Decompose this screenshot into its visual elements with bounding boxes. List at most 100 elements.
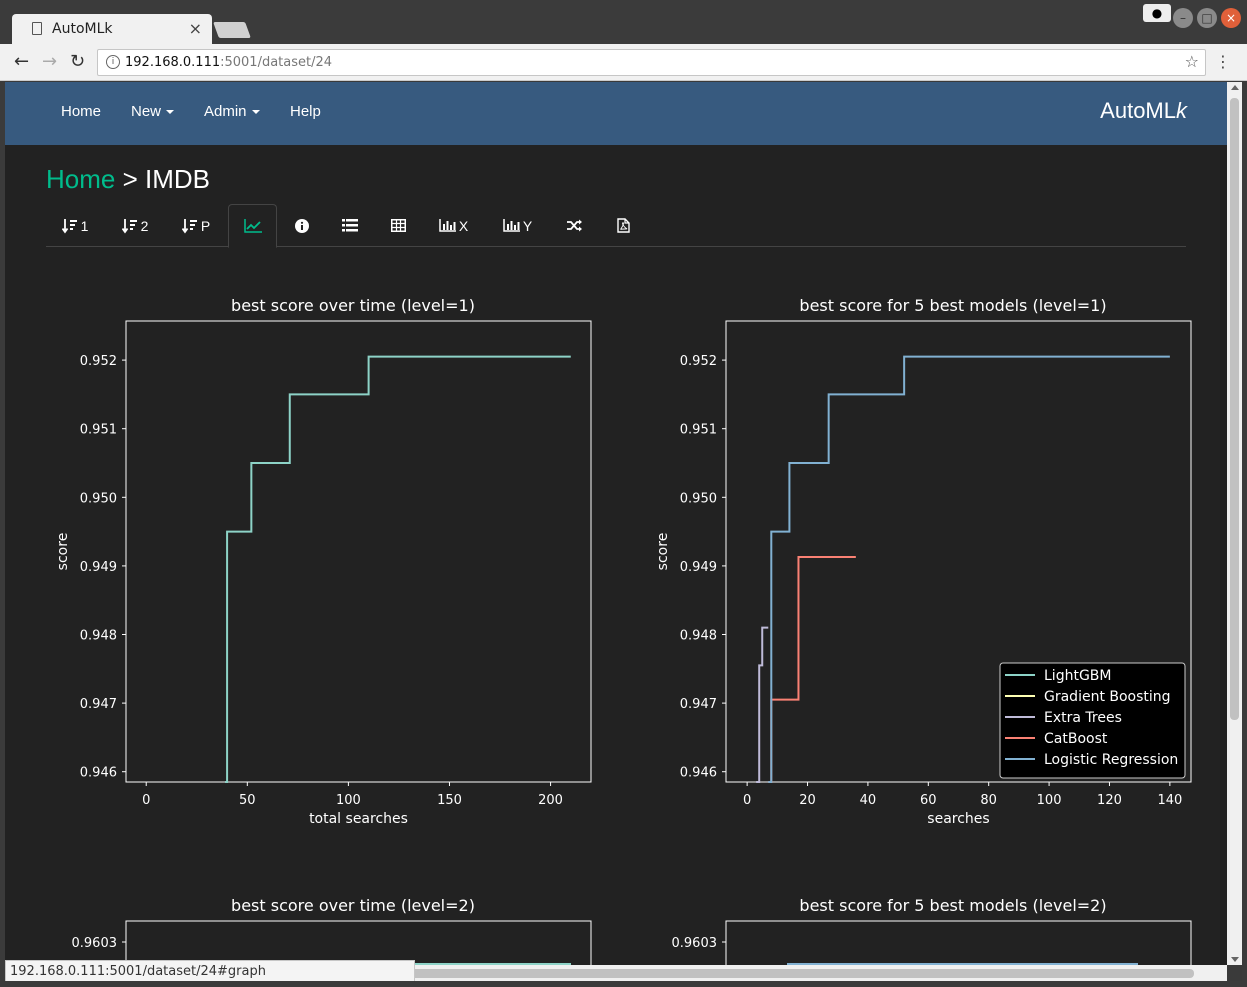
- y-tick-label: 0.9603: [72, 936, 118, 951]
- y-tick-label: 0.950: [80, 491, 117, 506]
- brand-logo[interactable]: AutoMLk: [1100, 98, 1187, 124]
- tab-sort-level-1[interactable]: 1: [46, 204, 104, 247]
- document-icon: [32, 22, 42, 35]
- tab-random[interactable]: [552, 204, 598, 247]
- sort-icon: [121, 218, 137, 234]
- nav-new[interactable]: New: [131, 103, 175, 120]
- y-tick-label: 0.947: [80, 697, 117, 712]
- legend-label: Extra Trees: [1044, 710, 1122, 726]
- y-tick-label: 0.946: [80, 766, 117, 781]
- x-tick-label: 0: [142, 793, 150, 808]
- score-best-models-chart-level-2: 0.9603: [672, 920, 1192, 965]
- y-tick-label: 0.948: [680, 629, 717, 644]
- browser-toolbar: ← → ↻ i 192.168.0.111:5001/dataset/24 ☆ …: [0, 44, 1247, 81]
- breadcrumb-home[interactable]: Home: [46, 164, 115, 194]
- x-tick-label: 100: [336, 793, 361, 808]
- y-tick-label: 0.949: [680, 560, 717, 575]
- plot-frame: [125, 320, 592, 783]
- maximize-button[interactable]: □: [1197, 8, 1217, 28]
- scroll-down-icon[interactable]: [1231, 957, 1239, 962]
- vertical-scroll-thumb[interactable]: [1230, 98, 1239, 720]
- line-chart-icon: [243, 219, 262, 233]
- series-line: [768, 555, 856, 783]
- tab-sort-level-2[interactable]: 2: [106, 204, 164, 247]
- y-tick-label: 0.9603: [672, 936, 718, 951]
- y-tick-label: 0.947: [680, 697, 717, 712]
- score-over-time-chart-level-2: 0.9603: [72, 920, 592, 965]
- info-icon[interactable]: i: [106, 55, 120, 69]
- y-axis-label: score: [55, 533, 71, 571]
- y-tick-label: 0.948: [80, 629, 117, 644]
- nav-help[interactable]: Help: [290, 103, 321, 120]
- bar-chart-icon: [439, 219, 456, 232]
- info-icon: [295, 218, 309, 233]
- x-tick-label: 80: [980, 793, 997, 808]
- y-axis-label: score: [655, 533, 671, 571]
- series-line: [225, 355, 571, 783]
- y-tick-label: 0.951: [680, 423, 717, 438]
- menu-icon[interactable]: ⋮: [1215, 52, 1231, 71]
- tab-importance-y[interactable]: Y: [490, 204, 545, 247]
- x-axis-label: searches: [927, 811, 989, 827]
- tab-list[interactable]: [327, 204, 373, 247]
- profile-icon[interactable]: ●: [1143, 4, 1171, 22]
- x-tick-label: 60: [920, 793, 937, 808]
- reload-icon[interactable]: ↻: [70, 51, 85, 72]
- browser-titlebar: AutoMLk × ● – □ ×: [0, 0, 1247, 44]
- tab-sort-pareto[interactable]: P: [167, 204, 225, 247]
- bar-chart-icon: [503, 219, 520, 232]
- sort-icon: [181, 218, 197, 234]
- legend-label: Logistic Regression: [1044, 752, 1178, 768]
- page-content: Home New Admin Help AutoMLk Home > IMDB …: [5, 82, 1227, 965]
- tab-table[interactable]: [375, 204, 421, 247]
- minimize-button[interactable]: –: [1173, 8, 1193, 28]
- x-tick-label: 100: [1037, 793, 1062, 808]
- nav-home[interactable]: Home: [61, 103, 101, 120]
- plot-frame: [125, 920, 592, 965]
- star-icon[interactable]: ☆: [1185, 52, 1199, 71]
- tab-info[interactable]: [279, 204, 325, 247]
- pdf-icon: [616, 218, 630, 233]
- horizontal-scroll-thumb[interactable]: [409, 969, 1194, 978]
- y-tick-label: 0.952: [80, 354, 117, 369]
- nav-admin[interactable]: Admin: [204, 103, 260, 120]
- legend-label: LightGBM: [1044, 668, 1111, 684]
- close-tab-icon[interactable]: ×: [189, 19, 202, 38]
- window-frame-right: [1242, 82, 1247, 981]
- x-tick-label: 120: [1097, 793, 1122, 808]
- new-tab-button[interactable]: [213, 22, 251, 38]
- legend-label: CatBoost: [1044, 731, 1108, 747]
- tab-pdf[interactable]: [600, 204, 646, 247]
- close-window-button[interactable]: ×: [1221, 8, 1241, 28]
- tab-title: AutoMLk: [52, 21, 113, 37]
- address-bar[interactable]: i 192.168.0.111:5001/dataset/24 ☆: [97, 49, 1206, 76]
- url-text[interactable]: 192.168.0.111:5001/dataset/24: [125, 55, 332, 70]
- caret-down-icon: [251, 110, 260, 115]
- legend-label: Gradient Boosting: [1044, 689, 1171, 705]
- x-tick-label: 20: [799, 793, 816, 808]
- caret-down-icon: [166, 110, 175, 115]
- x-tick-label: 0: [743, 793, 751, 808]
- y-tick-label: 0.952: [680, 354, 717, 369]
- x-tick-label: 140: [1157, 793, 1182, 808]
- x-tick-label: 40: [860, 793, 877, 808]
- scroll-up-icon[interactable]: [1231, 85, 1239, 90]
- plot-frame: [725, 920, 1192, 965]
- y-tick-label: 0.949: [80, 560, 117, 575]
- y-tick-label: 0.946: [680, 766, 717, 781]
- tab-importance-x[interactable]: X: [426, 204, 481, 247]
- y-tick-label: 0.950: [680, 491, 717, 506]
- breadcrumb: Home > IMDB: [46, 164, 210, 194]
- status-bar-url: 192.168.0.111:5001/dataset/24#graph: [5, 960, 415, 982]
- score-over-time-chart-level-1: 0.946 0.947 0.948 0.949 0.950 0.951 0.952 0 50 10…: [55, 320, 592, 827]
- browser-tab[interactable]: AutoMLk ×: [12, 14, 212, 44]
- tab-graph[interactable]: [228, 204, 277, 248]
- dataset-tabs: 1 2 P X Y: [46, 204, 1186, 248]
- back-icon[interactable]: ←: [14, 51, 29, 72]
- x-tick-label: 50: [239, 793, 256, 808]
- vertical-scrollbar[interactable]: [1227, 82, 1242, 965]
- x-tick-label: 200: [538, 793, 563, 808]
- window-frame-bottom: [0, 981, 1247, 987]
- score-best-models-chart-level-1: 0.946 0.947 0.948 0.949 0.950 0.951 0.952 0 20 40…: [655, 320, 1192, 827]
- forward-icon[interactable]: →: [42, 51, 57, 72]
